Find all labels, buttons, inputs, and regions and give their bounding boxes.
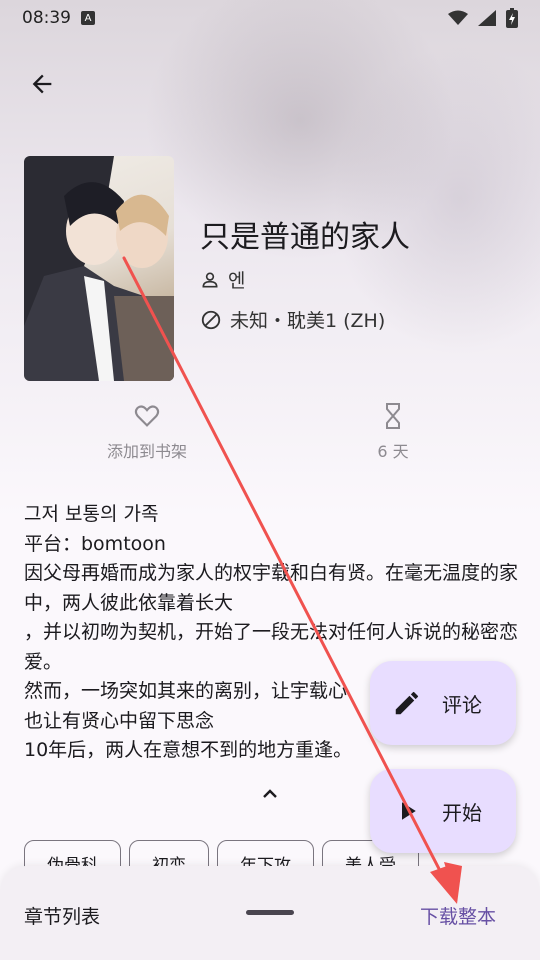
chapter-bottom-sheet[interactable]: 章节列表 下载整本 xyxy=(0,866,540,960)
book-cover[interactable] xyxy=(24,156,174,381)
action-row: 添加到书架 6 天 xyxy=(0,402,540,474)
author-row[interactable]: 엔 xyxy=(200,266,245,293)
battery-charging-icon xyxy=(506,8,518,28)
play-icon xyxy=(402,802,416,820)
hourglass-icon xyxy=(386,403,400,429)
chapter-list-label[interactable]: 章节列表 xyxy=(24,902,100,929)
block-icon xyxy=(201,310,221,329)
status-time: 08:39 xyxy=(22,8,71,28)
arrow-back-icon xyxy=(32,74,52,94)
collapse-description-button[interactable] xyxy=(258,782,282,810)
comment-fab-label: 评论 xyxy=(442,692,482,717)
back-button[interactable] xyxy=(22,64,62,104)
book-title: 只是普通的家人 xyxy=(200,220,410,255)
heart-outline-icon xyxy=(134,405,160,427)
add-to-shelf-label: 添加到书架 xyxy=(106,442,187,461)
status-genre-row: 未知・耽美1 (ZH) xyxy=(200,306,385,333)
author-name: 엔 xyxy=(228,270,246,292)
update-interval-button[interactable]: 6 天 xyxy=(303,402,483,462)
drag-handle[interactable] xyxy=(246,910,294,915)
status-genre-text: 未知・耽美1 (ZH) xyxy=(230,310,386,332)
notification-a-icon: A xyxy=(81,11,95,25)
start-reading-fab-label: 开始 xyxy=(442,800,482,825)
cover-art xyxy=(24,156,174,381)
download-all-button[interactable]: 下载整本 xyxy=(420,902,496,929)
pencil-icon xyxy=(395,691,419,715)
start-reading-fab[interactable]: 开始 xyxy=(370,769,516,853)
wifi-icon xyxy=(448,10,468,25)
add-to-shelf-button[interactable]: 添加到书架 xyxy=(57,402,237,462)
chevron-up-icon xyxy=(263,789,277,798)
person-icon xyxy=(202,272,218,287)
update-interval-label: 6 天 xyxy=(377,442,409,461)
comment-fab[interactable]: 评论 xyxy=(370,661,516,745)
status-bar: 08:39 A xyxy=(0,0,540,36)
signal-icon xyxy=(478,10,496,26)
